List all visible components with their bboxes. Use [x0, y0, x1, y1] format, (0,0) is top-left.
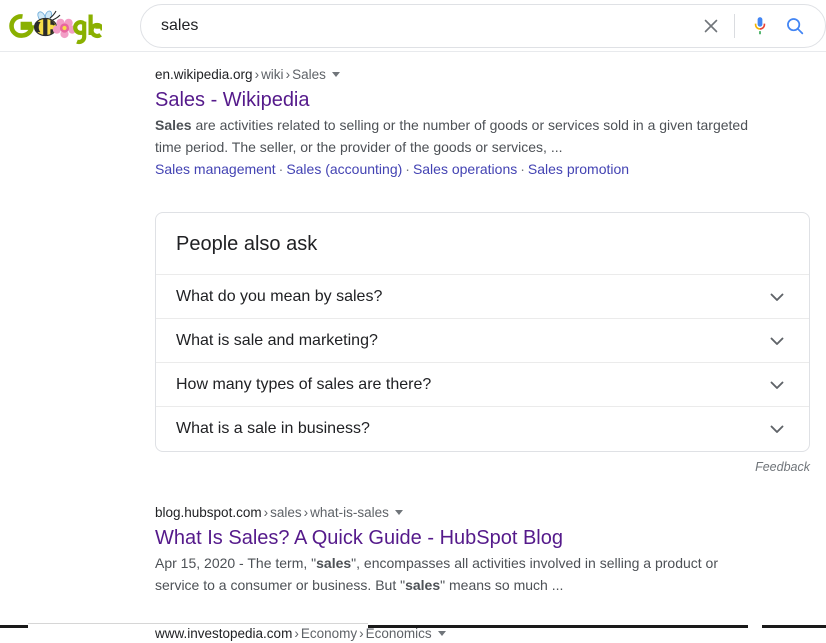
chevron-down-icon[interactable]: [767, 419, 787, 439]
result-title-link[interactable]: Sales - Wikipedia: [155, 87, 826, 113]
sitelink-separator: ·: [405, 161, 410, 177]
snippet-text: are activities related to selling or the…: [155, 117, 749, 155]
breadcrumb-separator: ›: [254, 67, 260, 82]
breadcrumb-host: blog.hubspot.com: [155, 505, 262, 520]
microphone-icon[interactable]: [745, 9, 775, 43]
result-sitelinks: Sales management · Sales (accounting) · Sale…: [155, 159, 826, 180]
breadcrumb[interactable]: en.wikipedia.org › wiki › Sales: [155, 62, 826, 84]
breadcrumb-segment: Economics: [365, 626, 432, 641]
paa-feedback-link[interactable]: Feedback: [155, 452, 810, 474]
snippet-text: " means so much ...: [440, 576, 564, 593]
sitelink[interactable]: Sales promotion: [528, 161, 629, 177]
breadcrumb-separator: ›: [263, 505, 269, 520]
breadcrumb[interactable]: blog.hubspot.com › sales › what-is-sales: [155, 500, 826, 522]
google-doodle-logo[interactable]: [6, 7, 102, 45]
snippet-highlight: sales: [316, 555, 352, 571]
caret-down-icon[interactable]: [331, 72, 340, 77]
sitelink[interactable]: Sales management: [155, 161, 276, 177]
breadcrumb-host: en.wikipedia.org: [155, 67, 253, 82]
breadcrumb-segment: what-is-sales: [310, 505, 389, 520]
snippet-text: Apr 15, 2020 - The term, ": [155, 555, 317, 571]
breadcrumb-segment: sales: [270, 505, 302, 520]
flower-icon: [52, 18, 77, 38]
chevron-down-icon[interactable]: [767, 331, 787, 351]
bottom-window-strip: [0, 620, 826, 628]
paa-question-text: How many types of sales are there?: [176, 375, 432, 393]
people-also-ask-title: People also ask: [156, 213, 809, 275]
caret-down-icon[interactable]: [394, 510, 403, 515]
result-title-link[interactable]: What Is Sales? A Quick Guide - HubSpot B…: [155, 525, 826, 551]
breadcrumb-separator: ›: [285, 67, 291, 82]
result-snippet: Apr 15, 2020 - The term, "sales", encomp…: [155, 553, 755, 596]
clear-search-icon[interactable]: [694, 9, 728, 43]
breadcrumb-segment: Economy: [300, 626, 358, 641]
search-divider: [734, 13, 735, 38]
search-result-wikipedia: en.wikipedia.org › wiki › Sales Sales - Wiki…: [155, 62, 826, 180]
paa-question-row[interactable]: What is sale and marketing?: [156, 319, 809, 363]
search-input[interactable]: [161, 10, 694, 41]
paa-question-text: What do you mean by sales?: [176, 287, 383, 305]
paa-question-row[interactable]: What is a sale in business?: [156, 407, 809, 451]
breadcrumb-segment: wiki: [261, 67, 284, 82]
sitelink-separator: ·: [278, 161, 284, 177]
breadcrumb-separator: ›: [303, 505, 309, 520]
search-bar[interactable]: [140, 3, 826, 48]
search-submit-icon[interactable]: [775, 9, 815, 43]
search-results: en.wikipedia.org › wiki › Sales Sales - Wiki…: [0, 52, 826, 643]
breadcrumb-separator: ›: [359, 626, 364, 641]
caret-down-icon[interactable]: [437, 631, 446, 636]
snippet-highlight: Sales: [155, 117, 192, 133]
paa-question-row[interactable]: What do you mean by sales?: [156, 275, 809, 319]
breadcrumb-host: www.investopedia.com: [155, 626, 293, 641]
paa-question-text: What is sale and marketing?: [176, 331, 378, 349]
sitelink-separator: ·: [520, 161, 525, 177]
search-header: [0, 0, 826, 52]
result-snippet: Sales are activities related to selling …: [155, 115, 755, 158]
chevron-down-icon[interactable]: [767, 287, 787, 307]
snippet-highlight: sales: [405, 576, 441, 593]
window-edge-line: [28, 623, 368, 624]
sitelink[interactable]: Sales (accounting): [286, 161, 402, 177]
people-also-ask-box: People also ask What do you mean by sale…: [155, 212, 810, 452]
search-result-hubspot: blog.hubspot.com › sales › what-is-sales Wha…: [155, 500, 826, 596]
breadcrumb-separator: ›: [294, 626, 299, 641]
paa-question-row[interactable]: How many types of sales are there?: [156, 363, 809, 407]
paa-question-text: What is a sale in business?: [176, 420, 370, 437]
sitelink[interactable]: Sales operations: [413, 161, 517, 177]
breadcrumb-segment: Sales: [292, 67, 326, 82]
chevron-down-icon[interactable]: [767, 375, 787, 395]
